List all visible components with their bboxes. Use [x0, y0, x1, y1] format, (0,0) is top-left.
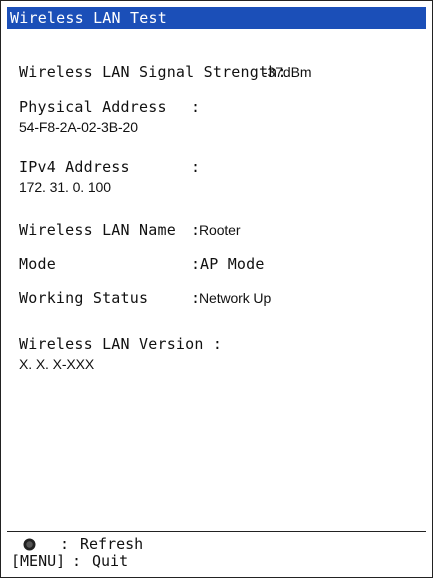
wireless-lan-version-label: Wireless LAN Version : [19, 335, 223, 353]
signal-strength-value: -37dBm [263, 64, 312, 80]
ipv4-address-label: IPv4 Address [19, 158, 130, 176]
mode-value: AP Mode [200, 255, 265, 273]
mode-label: Mode [19, 255, 56, 273]
signal-strength-label: Wireless LAN Signal Strength: [19, 63, 287, 81]
refresh-label: Refresh [80, 535, 144, 553]
wireless-lan-version-value: X. X. X-XXX [19, 356, 95, 372]
wireless-lan-test-screen: Wireless LAN Test Wireless LAN Signal St… [0, 0, 433, 578]
quit-label: Quit [92, 552, 129, 570]
working-status-value: Network Up [199, 290, 272, 306]
ipv4-address-separator: : [191, 158, 201, 176]
physical-address-label: Physical Address [19, 98, 167, 116]
title-bar: Wireless LAN Test [7, 7, 426, 29]
ipv4-address-value: 172. 31. 0. 100 [19, 179, 111, 195]
footer-divider [7, 531, 426, 532]
menu-key-label: [MENU] [11, 552, 66, 570]
mode-separator: : [191, 255, 201, 273]
quit-separator: : [72, 552, 82, 570]
working-status-label: Working Status [19, 289, 149, 307]
physical-address-value: 54-F8-2A-02-3B-20 [19, 119, 138, 135]
wireless-lan-name-value: Rooter [199, 222, 241, 238]
rotary-knob-icon [23, 538, 36, 551]
wireless-lan-name-label: Wireless LAN Name [19, 221, 176, 239]
physical-address-separator: : [191, 98, 201, 116]
refresh-separator: : [60, 535, 70, 553]
page-title: Wireless LAN Test [10, 9, 167, 27]
